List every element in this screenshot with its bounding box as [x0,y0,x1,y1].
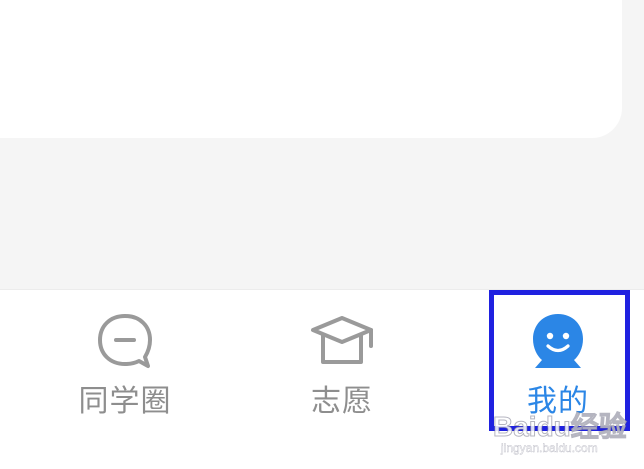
watermark-logo: Baidu经验 [493,411,628,443]
chat-bubble-icon [98,314,152,368]
content-card [0,0,622,138]
tab-volunteer[interactable]: 志愿 [262,290,422,440]
tab-classmates-label: 同学圈 [78,384,172,419]
graduation-cap-icon [311,316,373,364]
tab-volunteer-label: 志愿 [311,384,373,419]
tab-classmates[interactable]: 同学圈 [45,290,205,440]
watermark-url: jingyan.baidu.com [501,441,598,455]
smiley-face-icon [533,314,583,368]
baidu-watermark: Baidu经验 jingyan.baidu.com [493,405,643,465]
